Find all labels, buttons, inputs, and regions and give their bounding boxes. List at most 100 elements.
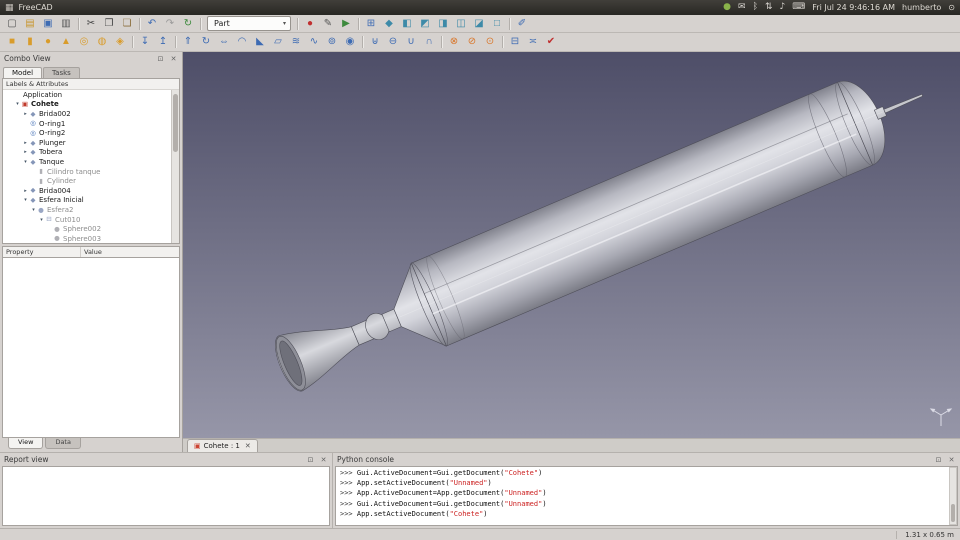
export-cad-button[interactable]: ↥: [154, 34, 172, 50]
boolean-button[interactable]: ⊎: [366, 34, 384, 50]
open-document-button[interactable]: ▤: [21, 16, 39, 32]
expander-icon[interactable]: ▾: [38, 217, 45, 223]
tree-item-cylinder[interactable]: ▮Cylinder: [3, 176, 179, 186]
offset-button[interactable]: ⊚: [323, 34, 341, 50]
float-panel-icon[interactable]: ⊡: [156, 54, 165, 63]
tree-item-sphere003[interactable]: ●Sphere003: [3, 234, 179, 244]
tree-scrollbar-thumb[interactable]: [173, 94, 178, 152]
tab-data[interactable]: Data: [45, 438, 81, 449]
tree-item-esfera2[interactable]: ▾●Esfera2: [3, 205, 179, 215]
close-tab-icon[interactable]: ✕: [245, 442, 251, 450]
tree-item-brida004[interactable]: ▸◆Brida004: [3, 186, 179, 196]
front-view-button[interactable]: ◧: [398, 16, 416, 32]
connect-button[interactable]: ⊗: [445, 34, 463, 50]
report-view-body[interactable]: [2, 466, 330, 526]
close-panel-icon[interactable]: ✕: [947, 455, 956, 464]
top-view-button[interactable]: ◩: [416, 16, 434, 32]
volume-icon[interactable]: ♪: [780, 3, 786, 12]
cut-button[interactable]: ✂: [82, 16, 100, 32]
redo-button[interactable]: ↷: [161, 16, 179, 32]
workbench-selector[interactable]: Part▾: [207, 16, 291, 31]
float-panel-icon[interactable]: ⊡: [306, 455, 315, 464]
expander-icon[interactable]: ▸: [22, 188, 29, 194]
tree-item-esfera-inicial[interactable]: ▾◆Esfera Inicial: [3, 196, 179, 206]
torus-button[interactable]: ◎: [75, 34, 93, 50]
cone-button[interactable]: ▲: [57, 34, 75, 50]
tree-item-cilindro-tanque[interactable]: ▮Cilindro tanque: [3, 167, 179, 177]
expander-icon[interactable]: ▸: [22, 140, 29, 146]
run-macro-button[interactable]: ▶: [337, 16, 355, 32]
clock[interactable]: Fri Jul 24 9:46:16 AM: [812, 3, 895, 12]
power-icon[interactable]: ⊙: [948, 3, 955, 12]
section-button[interactable]: ⊟: [506, 34, 524, 50]
fillet-button[interactable]: ◠: [233, 34, 251, 50]
boolean-cut-button[interactable]: ⊖: [384, 34, 402, 50]
chamfer-button[interactable]: ◣: [251, 34, 269, 50]
mirror-button[interactable]: ⇔: [215, 34, 233, 50]
tab-view[interactable]: View: [8, 438, 43, 449]
extrude-button[interactable]: ⇑: [179, 34, 197, 50]
cutout-button[interactable]: ⊙: [481, 34, 499, 50]
3d-viewport[interactable]: [183, 52, 960, 438]
document-tab-cohete[interactable]: ▣ Cohete : 1 ✕: [187, 439, 258, 452]
tree-item-plunger[interactable]: ▸◆Plunger: [3, 138, 179, 148]
embed-button[interactable]: ⊘: [463, 34, 481, 50]
check-geometry-button[interactable]: ✔: [542, 34, 560, 50]
record-macro-button[interactable]: ●: [301, 16, 319, 32]
python-console-body[interactable]: >>> Gui.ActiveDocument=Gui.getDocument("…: [335, 466, 958, 526]
loft-button[interactable]: ≋: [287, 34, 305, 50]
expander-icon[interactable]: ▸: [22, 111, 29, 117]
tree-item-cut010[interactable]: ▾⊟Cut010: [3, 215, 179, 225]
tree-item-application[interactable]: Application: [3, 90, 179, 100]
status-icon[interactable]: ●: [723, 3, 731, 12]
value-column-header[interactable]: Value: [81, 247, 105, 257]
tab-tasks[interactable]: Tasks: [43, 67, 80, 78]
tree-item-sphere002[interactable]: ●Sphere002: [3, 224, 179, 234]
boolean-intersection-button[interactable]: ∩: [420, 34, 438, 50]
create-primitives-button[interactable]: ◍: [93, 34, 111, 50]
thickness-button[interactable]: ◉: [341, 34, 359, 50]
edit-macro-button[interactable]: ✎: [319, 16, 337, 32]
keyboard-icon[interactable]: ⌨: [792, 3, 805, 12]
network-icon[interactable]: ⇅: [765, 3, 773, 12]
bluetooth-icon[interactable]: ᛒ: [753, 3, 758, 12]
tree-item-tanque[interactable]: ▾◆Tanque: [3, 157, 179, 167]
shape-builder-button[interactable]: ◈: [111, 34, 129, 50]
axonometric-view-button[interactable]: ◆: [380, 16, 398, 32]
mail-icon[interactable]: ✉: [738, 3, 746, 12]
undo-button[interactable]: ↶: [143, 16, 161, 32]
cylinder-button[interactable]: ▮: [21, 34, 39, 50]
tree-item-brida002[interactable]: ▸◆Brida002: [3, 109, 179, 119]
close-panel-icon[interactable]: ✕: [169, 54, 178, 63]
ruled-surface-button[interactable]: ▱: [269, 34, 287, 50]
paste-button[interactable]: ❏: [118, 16, 136, 32]
print-document-button[interactable]: ▥: [57, 16, 75, 32]
new-document-button[interactable]: ▢: [3, 16, 21, 32]
tree-item-o-ring2[interactable]: ◎O-ring2: [3, 128, 179, 138]
cross-sections-button[interactable]: ≍: [524, 34, 542, 50]
window-menu-icon[interactable]: ▦: [5, 3, 14, 13]
property-column-header[interactable]: Property: [3, 247, 81, 257]
sphere-button[interactable]: ●: [39, 34, 57, 50]
right-view-button[interactable]: ◨: [434, 16, 452, 32]
close-panel-icon[interactable]: ✕: [319, 455, 328, 464]
fit-all-button[interactable]: ⊞: [362, 16, 380, 32]
tree-scrollbar[interactable]: [171, 90, 179, 243]
box-button[interactable]: ■: [3, 34, 21, 50]
save-document-button[interactable]: ▣: [39, 16, 57, 32]
float-panel-icon[interactable]: ⊡: [934, 455, 943, 464]
username[interactable]: humberto: [902, 3, 941, 12]
tree-item-o-ring1[interactable]: ◎O-ring1: [3, 119, 179, 129]
console-scrollbar-thumb[interactable]: [951, 504, 955, 522]
expander-icon[interactable]: ▸: [22, 149, 29, 155]
revolve-button[interactable]: ↻: [197, 34, 215, 50]
property-editor[interactable]: [2, 258, 180, 438]
tab-model[interactable]: Model: [3, 67, 42, 78]
rocket-model[interactable]: [183, 52, 960, 438]
expander-icon[interactable]: ▾: [22, 197, 29, 203]
boolean-union-button[interactable]: ∪: [402, 34, 420, 50]
rear-view-button[interactable]: ◫: [452, 16, 470, 32]
import-cad-button[interactable]: ↧: [136, 34, 154, 50]
measure-distance-button[interactable]: ✐: [513, 16, 531, 32]
tree-item-cohete[interactable]: ▾▣Cohete: [3, 100, 179, 110]
